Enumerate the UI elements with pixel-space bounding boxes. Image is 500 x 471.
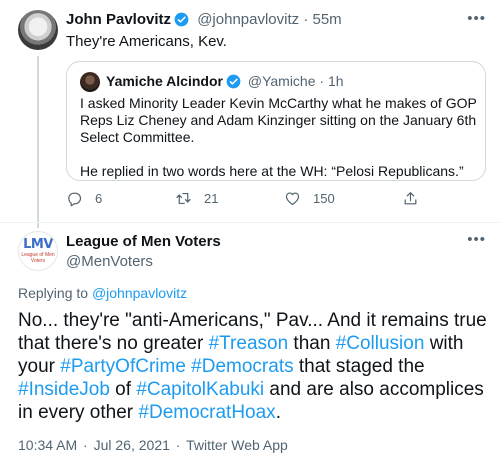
like-count: 150 xyxy=(313,191,335,206)
tweet-header: John Pavlovitz @johnpavlovitz · 55m xyxy=(66,11,342,28)
avatar-logo-text: LMV xyxy=(23,237,53,252)
quoted-tweet-time: 1h xyxy=(327,73,344,89)
more-options-icon[interactable]: ••• xyxy=(467,231,486,248)
tweet-text: They're Americans, Kev. xyxy=(66,33,227,50)
hashtag-link[interactable]: #Collusion xyxy=(336,333,425,354)
hashtag-link[interactable]: #PartyOfCrime xyxy=(60,356,186,377)
reply-count: 6 xyxy=(95,191,103,206)
reply-author-avatar[interactable]: LMV League of Men Voters xyxy=(18,231,58,271)
quoted-author-name: Yamiche Alcindor xyxy=(106,73,223,89)
reply-author-name[interactable]: League of Men Voters xyxy=(66,233,221,250)
like-button[interactable]: 150 xyxy=(284,190,335,207)
replying-to-label: Replying to xyxy=(18,285,89,301)
tweet-source: Twitter Web App xyxy=(186,437,288,453)
dot-separator: · xyxy=(303,11,309,28)
author-avatar[interactable] xyxy=(18,10,58,50)
tweet-metadata: 10:34 AM · Jul 26, 2021 · Twitter Web Ap… xyxy=(18,437,288,453)
author-name[interactable]: John Pavlovitz xyxy=(66,11,171,28)
more-options-icon[interactable]: ••• xyxy=(467,10,486,27)
original-tweet[interactable]: John Pavlovitz @johnpavlovitz · 55m ••• … xyxy=(0,0,500,228)
quoted-paragraph: He replied in two words here at the WH: … xyxy=(80,163,464,179)
verified-badge-icon xyxy=(174,12,189,27)
retweet-button[interactable]: 21 xyxy=(175,190,218,207)
tweet-time[interactable]: 55m xyxy=(313,11,342,28)
body-text: than xyxy=(288,333,336,354)
hashtag-link[interactable]: #Democrats xyxy=(191,356,293,377)
share-icon xyxy=(404,192,417,205)
dot-separator: · xyxy=(83,437,88,453)
tweet-divider xyxy=(0,222,500,223)
retweet-count: 21 xyxy=(204,191,219,206)
hashtag-link[interactable]: #CapitolKabuki xyxy=(136,379,264,400)
verified-badge-icon xyxy=(226,74,241,89)
reply-icon xyxy=(68,192,82,207)
replying-to-handle[interactable]: @johnpavlovitz xyxy=(92,285,187,301)
tweet-date[interactable]: Jul 26, 2021 xyxy=(94,437,170,453)
body-text: . xyxy=(275,402,281,423)
heart-icon xyxy=(285,192,300,206)
reply-button[interactable]: 6 xyxy=(66,190,102,207)
body-text: of xyxy=(109,379,137,400)
hashtag-link[interactable]: #DemocratHoax xyxy=(138,402,275,423)
quoted-tweet-text: I asked Minority Leader Kevin McCarthy w… xyxy=(80,95,480,180)
quoted-author-handle: @Yamiche xyxy=(247,73,316,89)
body-text: that staged the xyxy=(293,356,425,377)
reply-tweet-text: No... they're "anti-Americans," Pav... A… xyxy=(18,309,488,424)
replying-to-line: Replying to @johnpavlovitz xyxy=(18,285,187,301)
tweet-timestamp[interactable]: 10:34 AM xyxy=(18,437,77,453)
share-button[interactable] xyxy=(402,190,431,207)
retweet-icon xyxy=(176,192,191,205)
hashtag-link[interactable]: #Treason xyxy=(209,333,289,354)
reply-author-handle[interactable]: @MenVoters xyxy=(66,253,153,270)
thread-connector-line xyxy=(37,56,39,228)
hashtag-link[interactable]: #InsideJob xyxy=(18,379,110,400)
quoted-tweet[interactable]: Yamiche Alcindor @Yamiche · 1h I asked M… xyxy=(66,61,486,181)
dot-separator: · xyxy=(175,437,181,453)
quoted-tweet-header: Yamiche Alcindor @Yamiche · 1h xyxy=(106,73,344,89)
avatar-logo-subtext: League of Men Voters xyxy=(21,252,55,264)
quoted-author-avatar xyxy=(80,72,100,92)
quoted-paragraph: I asked Minority Leader Kevin McCarthy w… xyxy=(80,95,477,145)
author-handle[interactable]: @johnpavlovitz xyxy=(197,11,299,28)
dot-separator: · xyxy=(319,73,325,89)
